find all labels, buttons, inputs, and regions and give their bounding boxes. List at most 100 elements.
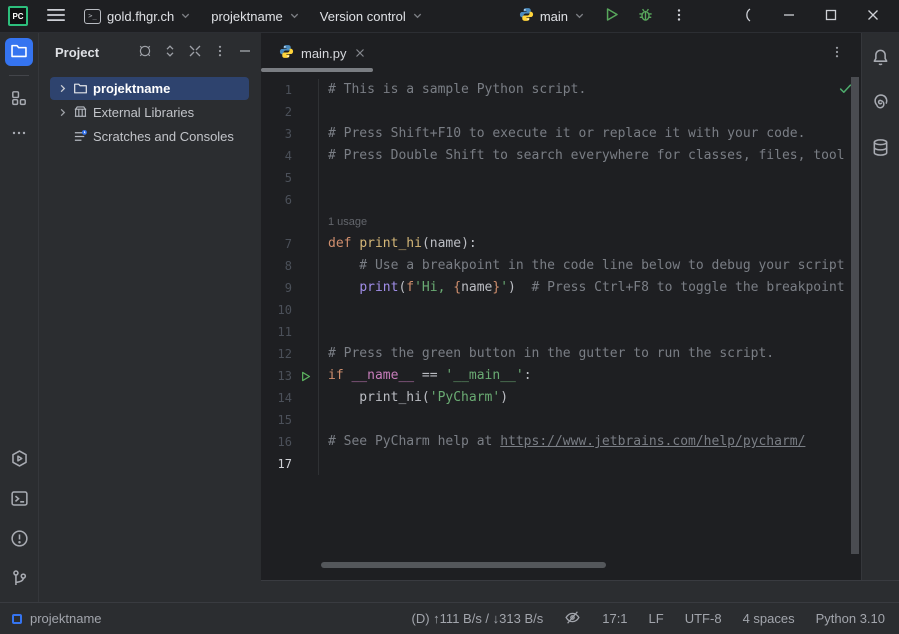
run-config-label: main: [540, 9, 568, 24]
line-number[interactable]: 12: [261, 343, 294, 365]
code-line-text[interactable]: # This is a sample Python script.: [318, 79, 860, 101]
code-line[interactable]: 16 # See PyCharm help at https://www.jetb…: [261, 431, 860, 453]
line-number[interactable]: 4: [261, 145, 294, 167]
caret-position-widget[interactable]: 17:1: [602, 611, 627, 626]
indent-widget[interactable]: 4 spaces: [743, 611, 795, 626]
code-line-text[interactable]: [318, 189, 860, 211]
code-line-text[interactable]: [318, 101, 860, 123]
tab-main-py[interactable]: main.py: [270, 33, 375, 73]
code-line-text[interactable]: # Press the green button in the gutter t…: [318, 343, 860, 365]
horizontal-scrollbar[interactable]: [321, 562, 606, 568]
interpreter-widget[interactable]: Python 3.10: [816, 611, 885, 626]
run-config-selector[interactable]: main: [511, 3, 593, 29]
code-line-text[interactable]: # Use a breakpoint in the code line belo…: [318, 255, 860, 277]
line-number[interactable]: 2: [261, 101, 294, 123]
tab-strip-scrollbar[interactable]: [261, 68, 373, 72]
line-number[interactable]: 17: [261, 453, 294, 475]
line-number[interactable]: 1: [261, 79, 294, 101]
code-editor[interactable]: 1 # This is a sample Python script. 23 # Pr…: [261, 73, 860, 580]
code-line-text[interactable]: [318, 409, 860, 431]
code-line[interactable]: 11: [261, 321, 860, 343]
line-number[interactable]: 15: [261, 409, 294, 431]
more-toolwindows-button[interactable]: [5, 120, 33, 148]
problems-toolwindow-button[interactable]: [5, 526, 33, 554]
code-line[interactable]: 4 # Press Double Shift to search everywhe…: [261, 145, 860, 167]
notifications-button[interactable]: [867, 45, 895, 73]
code-line[interactable]: 2: [261, 101, 860, 123]
debug-button[interactable]: [629, 3, 661, 29]
line-separator-widget[interactable]: LF: [649, 611, 664, 626]
code-line[interactable]: 15: [261, 409, 860, 431]
code-line-text[interactable]: def print_hi(name):: [318, 233, 860, 255]
code-line-text[interactable]: if __name__ == '__main__':: [318, 365, 860, 387]
chevron-right-icon[interactable]: [54, 83, 70, 94]
line-number[interactable]: 8: [261, 255, 294, 277]
structure-toolwindow-button[interactable]: [5, 85, 33, 113]
gutter-run-icon[interactable]: [294, 365, 318, 387]
project-selector[interactable]: projektname: [203, 3, 308, 29]
tree-item-projektname[interactable]: projektname: [50, 77, 249, 100]
code-line[interactable]: 7 def print_hi(name):: [261, 233, 860, 255]
code-line-text[interactable]: [318, 453, 860, 475]
code-line-text[interactable]: [318, 299, 860, 321]
code-line-text[interactable]: print_hi('PyCharm'): [318, 387, 860, 409]
line-number[interactable]: 9: [261, 277, 294, 299]
code-line-text[interactable]: [318, 167, 860, 189]
git-toolwindow-button[interactable]: [5, 566, 33, 594]
database-button[interactable]: [867, 135, 895, 163]
code-line[interactable]: 12 # Press the green button in the gutter…: [261, 343, 860, 365]
reader-mode-button[interactable]: [564, 609, 581, 629]
ai-assistant-button[interactable]: [867, 90, 895, 118]
line-number[interactable]: 11: [261, 321, 294, 343]
locate-file-button[interactable]: [132, 40, 157, 64]
line-number[interactable]: 13: [261, 365, 294, 387]
tab-close-button[interactable]: [354, 47, 366, 60]
tree-item-external-libraries[interactable]: External Libraries: [50, 101, 249, 124]
hide-panel-button[interactable]: [232, 40, 257, 64]
code-line-text[interactable]: # See PyCharm help at https://www.jetbra…: [318, 431, 860, 453]
code-line[interactable]: 3 # Press Shift+F10 to execute it or repl…: [261, 123, 860, 145]
code-line[interactable]: 13 if __name__ == '__main__':: [261, 365, 860, 387]
code-line[interactable]: 17: [261, 453, 860, 475]
editor-options-button[interactable]: [824, 40, 850, 66]
line-number[interactable]: 3: [261, 123, 294, 145]
code-line[interactable]: 5: [261, 167, 860, 189]
code-line[interactable]: 9 print(f'Hi, {name}') # Press Ctrl+F8 t…: [261, 277, 860, 299]
line-number[interactable]: 6: [261, 189, 294, 211]
usage-inlay-hint[interactable]: 1 usage: [318, 211, 860, 233]
code-line[interactable]: 6: [261, 189, 860, 211]
vertical-scrollbar[interactable]: [851, 77, 859, 554]
run-button[interactable]: [595, 3, 627, 29]
services-toolwindow-button[interactable]: [5, 446, 33, 474]
customize-layout-button[interactable]: [727, 1, 767, 31]
minimize-button[interactable]: [769, 1, 809, 31]
project-toolwindow-button[interactable]: [5, 38, 33, 66]
maximize-button[interactable]: [811, 1, 851, 31]
code-line-text[interactable]: print(f'Hi, {name}') # Press Ctrl+F8 to …: [318, 277, 860, 299]
line-number[interactable]: 16: [261, 431, 294, 453]
main-menu-button[interactable]: [40, 3, 72, 29]
code-line-text[interactable]: [318, 321, 860, 343]
panel-options-button[interactable]: [207, 40, 232, 64]
line-number[interactable]: 14: [261, 387, 294, 409]
more-actions-button[interactable]: [663, 3, 695, 29]
close-button[interactable]: [853, 1, 893, 31]
code-line-text[interactable]: # Press Shift+F10 to execute it or repla…: [318, 123, 860, 145]
terminal-toolwindow-button[interactable]: [5, 486, 33, 514]
code-line-text[interactable]: # Press Double Shift to search everywher…: [318, 145, 860, 167]
remote-host-selector[interactable]: >_ gold.fhgr.ch: [76, 3, 199, 29]
tree-item-scratches[interactable]: Scratches and Consoles: [50, 125, 249, 148]
code-line[interactable]: 14 print_hi('PyCharm'): [261, 387, 860, 409]
line-number[interactable]: 5: [261, 167, 294, 189]
collapse-all-button[interactable]: [182, 40, 207, 64]
code-line[interactable]: 10: [261, 299, 860, 321]
maximize-icon: [825, 9, 837, 24]
code-line[interactable]: 1 # This is a sample Python script.: [261, 79, 860, 101]
expand-selection-button[interactable]: [157, 40, 182, 64]
line-number[interactable]: 7: [261, 233, 294, 255]
vcs-menu[interactable]: Version control: [312, 3, 431, 29]
code-line[interactable]: 8 # Use a breakpoint in the code line be…: [261, 255, 860, 277]
chevron-right-icon[interactable]: [54, 107, 70, 118]
line-number[interactable]: 10: [261, 299, 294, 321]
encoding-widget[interactable]: UTF-8: [685, 611, 722, 626]
